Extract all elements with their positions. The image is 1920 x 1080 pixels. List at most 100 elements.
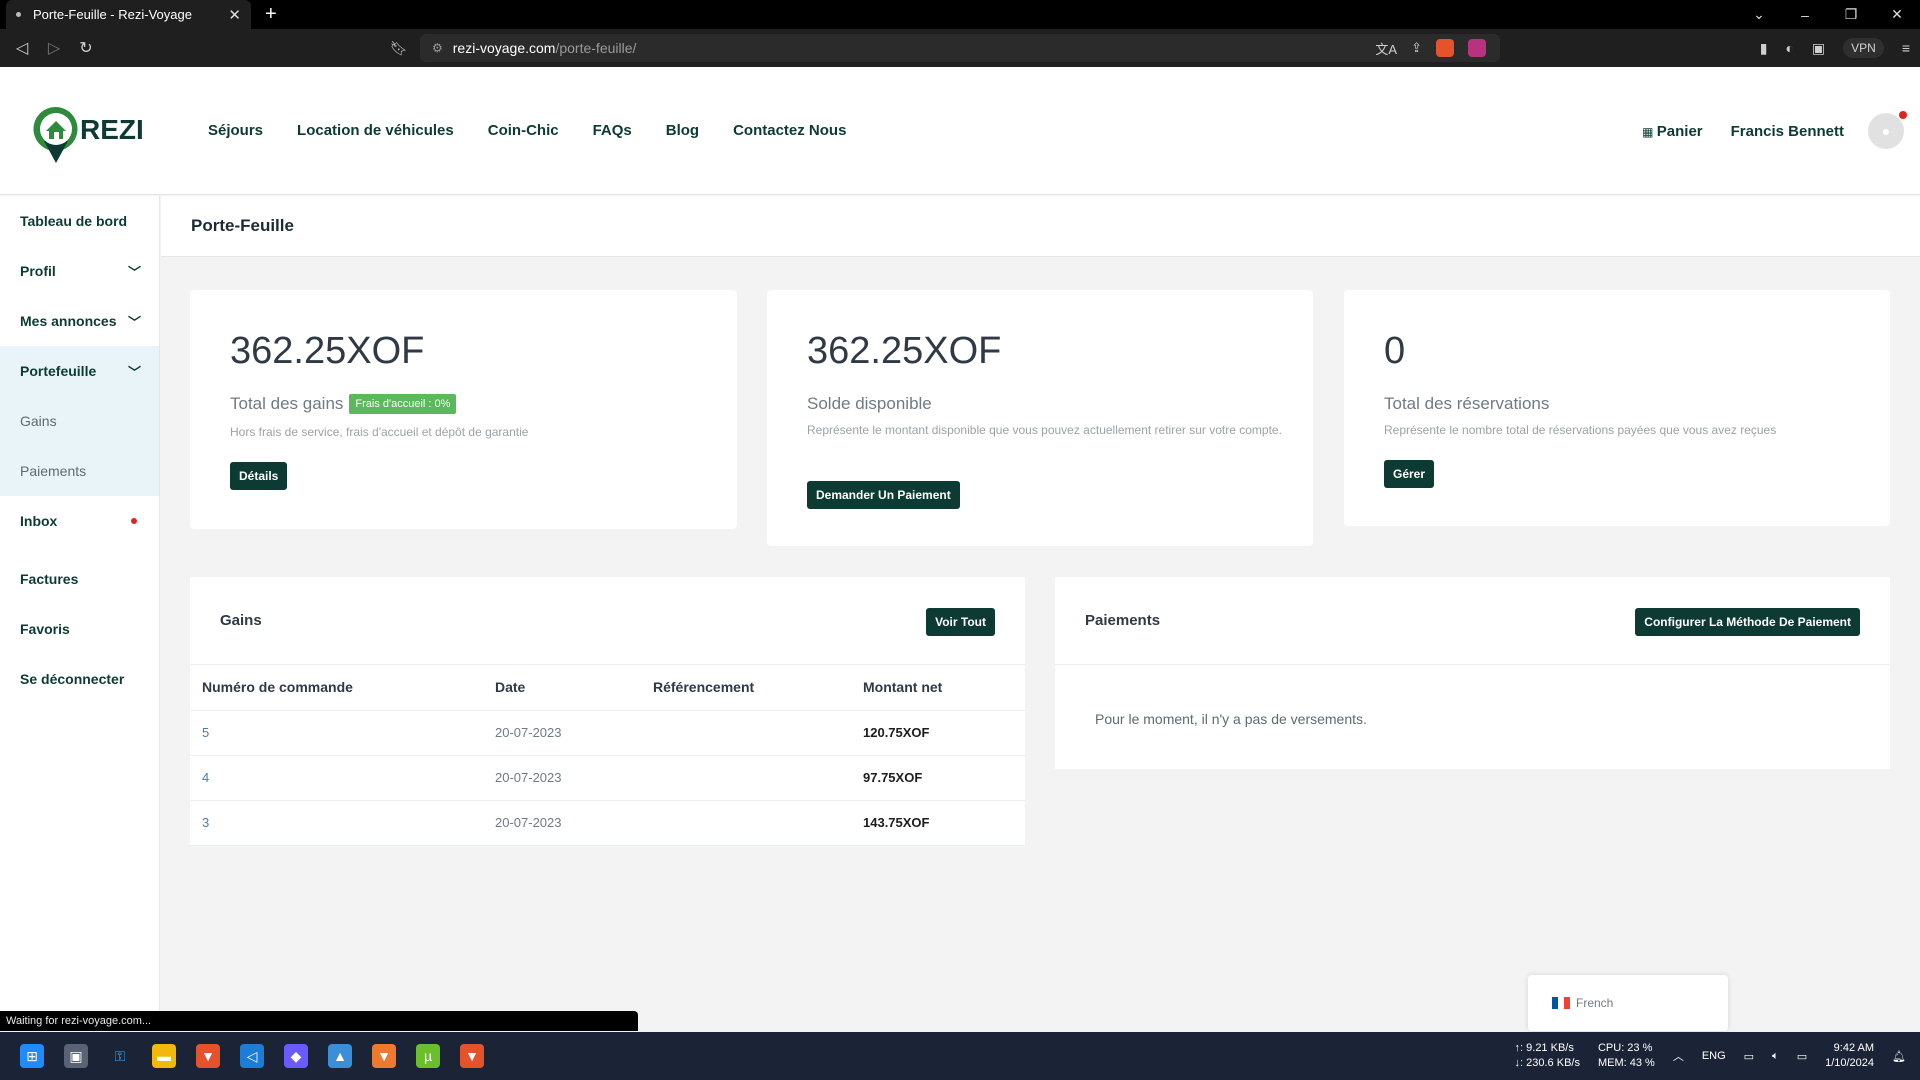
nav-contact[interactable]: Contactez Nous bbox=[733, 122, 846, 139]
configure-payment-method-button[interactable]: Configurer La Méthode De Paiement bbox=[1635, 608, 1860, 636]
details-button[interactable]: Détails bbox=[230, 462, 288, 490]
total-earnings-amount: 362.25XOF bbox=[230, 330, 425, 372]
close-window-icon[interactable]: ✕ bbox=[1874, 6, 1920, 23]
translate-icon[interactable]: 文A bbox=[1375, 39, 1397, 58]
url-bar-actions: 文A ⇪ bbox=[1375, 34, 1486, 62]
sidebar-item-label: Mes annonces bbox=[20, 313, 117, 329]
order-number[interactable]: 3 bbox=[190, 800, 495, 846]
reload-icon[interactable]: ↻ bbox=[70, 38, 102, 58]
sidebar-item-label: Se déconnecter bbox=[20, 671, 125, 687]
language-label: French bbox=[1576, 996, 1614, 1010]
table-header-row: Numéro de commande Date Référencement Mo… bbox=[190, 665, 1025, 711]
sidebar-toggle-icon[interactable]: ▮ bbox=[1760, 40, 1768, 57]
total-bookings-count: 0 bbox=[1384, 330, 1406, 372]
col-order-number: Numéro de commande bbox=[190, 665, 495, 711]
manage-button[interactable]: Gérer bbox=[1384, 460, 1435, 488]
clock-date: 1/10/2024 bbox=[1825, 1057, 1875, 1069]
restore-icon[interactable]: ❐ bbox=[1828, 6, 1874, 23]
browser-toolbar: ◁ ▷ ↻ 🔖︎ ⚙ rezi-voyage.com/porte-feuille… bbox=[0, 29, 1920, 67]
order-reference bbox=[653, 710, 863, 756]
battery-icon[interactable]: ▭ bbox=[1797, 1050, 1807, 1063]
photos-icon[interactable]: ▲ bbox=[328, 1044, 352, 1068]
clock[interactable]: 9:42 AM 1/10/2024 bbox=[1825, 1041, 1874, 1071]
rezi-logo[interactable]: REZI bbox=[30, 101, 146, 167]
sidebar-item-label: Profil bbox=[20, 263, 56, 279]
system-usage: CPU: 23 % MEM: 43 % bbox=[1598, 1041, 1655, 1071]
avatar[interactable]: ● bbox=[1868, 111, 1907, 149]
bookmark-icon[interactable]: 🔖︎ bbox=[390, 40, 408, 57]
brave-shields-icon[interactable] bbox=[1436, 39, 1454, 57]
nav-faqs[interactable]: FAQs bbox=[593, 122, 632, 139]
address-bar[interactable]: ⚙ rezi-voyage.com/porte-feuille/ 文A ⇪ bbox=[420, 34, 1500, 62]
back-icon[interactable]: ◁ bbox=[6, 38, 38, 58]
order-number[interactable]: 4 bbox=[190, 755, 495, 801]
sidebar-item-tableau-de-bord[interactable]: Tableau de bord bbox=[0, 196, 159, 246]
user-icon: ● bbox=[1881, 123, 1891, 139]
sidebar-subitem-gains[interactable]: Gains bbox=[0, 396, 159, 446]
utorrent-icon[interactable]: µ bbox=[416, 1044, 440, 1068]
close-tab-icon[interactable]: ✕ bbox=[228, 6, 241, 24]
brave-icon[interactable]: ▼ bbox=[372, 1044, 396, 1068]
volume-icon[interactable]: 🔈︎ bbox=[1772, 1050, 1779, 1063]
request-payment-button[interactable]: Demander Un Paiement bbox=[807, 481, 960, 509]
sidebar-item-portefeuille[interactable]: Portefeuille ﹀ bbox=[0, 346, 159, 396]
input-language[interactable]: ENG bbox=[1702, 1050, 1726, 1062]
nav-blog[interactable]: Blog bbox=[666, 122, 699, 139]
tab-list-icon[interactable]: ⌄ bbox=[1736, 6, 1782, 23]
sidebar-subitem-paiements[interactable]: Paiements bbox=[0, 446, 159, 496]
app-icon[interactable]: ◆ bbox=[284, 1044, 308, 1068]
sidebar-item-profil[interactable]: Profil ﹀ bbox=[0, 246, 159, 296]
share-icon[interactable]: ⇪ bbox=[1411, 40, 1422, 56]
browser-tab[interactable]: Porte-Feuille - Rezi-Voyage ✕ bbox=[6, 0, 251, 29]
gains-table: Numéro de commande Date Référencement Mo… bbox=[190, 665, 1025, 846]
key-app-icon[interactable]: ⚿ bbox=[108, 1044, 132, 1068]
tab-loading-icon bbox=[16, 12, 21, 17]
nav-coin-chic[interactable]: Coin-Chic bbox=[488, 122, 559, 139]
user-name[interactable]: Francis Bennett bbox=[1731, 123, 1844, 140]
new-tab-icon[interactable]: + bbox=[265, 3, 277, 26]
language-switcher[interactable]: French bbox=[1528, 975, 1728, 1031]
nav-sejours[interactable]: Séjours bbox=[208, 122, 263, 139]
order-date: 20-07-2023 bbox=[495, 755, 653, 801]
windows-taskbar: ⊞ ▣ ⚿ ▬ ▼ ◁ ◆ ▲ ▼ µ ▼ ↑: 9.21 KB/s ↓: 23… bbox=[0, 1032, 1920, 1080]
file-explorer-icon[interactable]: ▬ bbox=[152, 1044, 176, 1068]
page-title: Porte-Feuille bbox=[191, 216, 294, 235]
nav-location-vehicules[interactable]: Location de véhicules bbox=[297, 122, 454, 139]
brave-rewards-icon[interactable] bbox=[1468, 39, 1486, 57]
sidebar-item-favoris[interactable]: Favoris bbox=[0, 604, 159, 654]
forward-icon[interactable]: ▷ bbox=[38, 38, 70, 58]
sidebar-item-inbox[interactable]: Inbox bbox=[0, 496, 159, 546]
sidebar-item-factures[interactable]: Factures bbox=[0, 554, 159, 604]
sidebar-item-mes-annonces[interactable]: Mes annonces ﹀ bbox=[0, 296, 159, 346]
brave-active-icon[interactable]: ▼ bbox=[460, 1044, 484, 1068]
earnings-label-row: Total des gains Frais d'accueil : 0% bbox=[230, 394, 457, 414]
brave-browser-icon[interactable]: ▼ bbox=[196, 1044, 220, 1068]
bookings-card: 0 Total des réservations Représente le n… bbox=[1344, 290, 1890, 526]
browser-extensions: ▮ ◐ ▣ VPN ≡ bbox=[1760, 29, 1910, 67]
gains-panel: Gains Voir Tout Numéro de commande Date … bbox=[190, 577, 1025, 846]
table-row[interactable]: 5 20-07-2023 120.75XOF bbox=[190, 710, 1025, 756]
wallet-icon[interactable]: ▣ bbox=[1812, 40, 1825, 57]
chevron-down-icon: ﹀ bbox=[127, 264, 141, 280]
notification-bell-icon[interactable]: 🔔︎ bbox=[1892, 1050, 1906, 1063]
earnings-card: 362.25XOF Total des gains Frais d'accuei… bbox=[190, 290, 737, 529]
menu-icon[interactable]: ≡ bbox=[1902, 40, 1910, 56]
order-number[interactable]: 5 bbox=[190, 710, 495, 756]
table-row[interactable]: 4 20-07-2023 97.75XOF bbox=[190, 755, 1025, 801]
extension-icon[interactable]: ◐ bbox=[1785, 40, 1793, 56]
vscode-icon[interactable]: ◁ bbox=[240, 1044, 264, 1068]
site-settings-icon[interactable]: ⚙ bbox=[432, 41, 443, 55]
windows-start-icon[interactable]: ⊞ bbox=[20, 1044, 44, 1068]
vpn-button[interactable]: VPN bbox=[1843, 38, 1884, 58]
available-balance-amount: 362.25XOF bbox=[807, 330, 1002, 372]
network-icon[interactable]: ▭ bbox=[1744, 1050, 1754, 1063]
url-host: rezi-voyage.com bbox=[452, 40, 556, 56]
table-row[interactable]: 3 20-07-2023 143.75XOF bbox=[190, 800, 1025, 846]
minimize-icon[interactable]: – bbox=[1782, 7, 1828, 23]
view-all-button[interactable]: Voir Tout bbox=[926, 608, 995, 636]
bookings-desc: Représente le nombre total de réservatio… bbox=[1384, 423, 1777, 437]
tray-chevron-icon[interactable]: ︿ bbox=[1673, 1048, 1684, 1064]
sidebar-item-logout[interactable]: Se déconnecter bbox=[0, 654, 159, 704]
cart-link[interactable]: ▦ Panier bbox=[1642, 123, 1703, 140]
task-view-icon[interactable]: ▣ bbox=[64, 1044, 88, 1068]
